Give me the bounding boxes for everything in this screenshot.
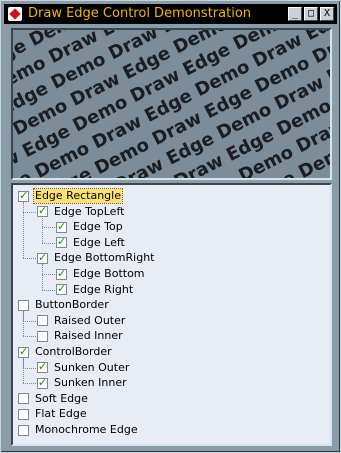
checkbox[interactable]	[37, 251, 48, 265]
tree-node[interactable]: Sunken Inner	[37, 375, 128, 391]
checkbox[interactable]	[37, 315, 48, 327]
checkbox[interactable]	[56, 282, 67, 296]
edge-preview-panel: Draw Edge Demo Draw Edge Demo Draw Edge …	[11, 28, 332, 180]
tree-node[interactable]: Edge Top	[56, 219, 124, 235]
tree-node[interactable]: ButtonBorder	[18, 297, 110, 313]
close-button[interactable]: X	[320, 7, 334, 21]
checkbox[interactable]	[18, 424, 29, 436]
tree-connector	[42, 289, 55, 291]
checkbox[interactable]	[18, 408, 29, 420]
tree-node-label[interactable]: Flat Edge	[34, 407, 88, 421]
checkbox[interactable]	[56, 235, 67, 249]
tree-connector	[23, 202, 24, 259]
tree-node-label[interactable]: ButtonBorder	[34, 298, 110, 312]
tree-node-label[interactable]: Raised Outer	[53, 314, 126, 328]
tree-node-label[interactable]: Edge Top	[72, 220, 124, 234]
checkbox[interactable]	[56, 267, 67, 281]
tree-node-label[interactable]: Edge Left	[72, 236, 126, 250]
tree-node-label[interactable]: Raised Inner	[53, 329, 124, 343]
tree-node-label[interactable]: Edge Rectangle	[33, 188, 123, 204]
checkbox[interactable]	[18, 299, 29, 311]
checkbox[interactable]	[18, 345, 29, 359]
tree-node[interactable]: Edge BottomRight	[37, 250, 156, 266]
tree-connector	[23, 358, 24, 384]
tree-connector	[42, 227, 55, 229]
tree-connector	[23, 383, 36, 385]
tree-connector	[42, 217, 43, 243]
tree-connector	[23, 311, 24, 337]
edge-options-tree[interactable]: Edge RectangleEdge TopLeftEdge Top Edge L…	[11, 183, 332, 446]
tree-node[interactable]: ControlBorder	[18, 344, 113, 360]
tree-node[interactable]: Sunken Outer	[37, 360, 130, 376]
tree-node-label[interactable]: ControlBorder	[34, 345, 113, 359]
checkbox[interactable]	[37, 330, 48, 342]
minimize-button[interactable]: _	[288, 7, 302, 21]
watermark-pattern: Draw Edge Demo Draw Edge Demo Draw Edge …	[13, 30, 330, 178]
checkbox[interactable]	[37, 204, 48, 218]
checkbox[interactable]	[18, 393, 29, 405]
tree-connector	[23, 211, 36, 213]
tree-connector	[42, 274, 55, 275]
tree-node-label[interactable]: Edge Bottom	[72, 267, 146, 281]
tree-node[interactable]: Raised Inner	[37, 328, 124, 344]
tree-node[interactable]: Edge Rectangle	[18, 188, 123, 204]
checkbox[interactable]	[37, 360, 48, 374]
tree-node[interactable]: Flat Edge	[18, 406, 88, 422]
tree-node-label[interactable]: Edge TopLeft	[53, 205, 125, 219]
window-title: Draw Edge Control Demonstration	[28, 6, 252, 21]
tree-node-label[interactable]: Sunken Outer	[53, 361, 130, 375]
tree-node-label[interactable]: Sunken Inner	[53, 376, 128, 390]
maximize-button[interactable]: □	[304, 7, 318, 21]
checkbox[interactable]	[37, 376, 48, 390]
checkbox[interactable]	[56, 220, 67, 234]
tree-connector	[23, 258, 36, 260]
checkbox[interactable]	[18, 189, 29, 203]
tree-connector	[42, 264, 43, 290]
tree-node[interactable]: Raised Outer	[37, 313, 126, 329]
title-bar[interactable]: Draw Edge Control Demonstration _ □ X	[4, 4, 337, 24]
tree-connector	[23, 320, 36, 322]
app-window: Draw Edge Control Demonstration _ □ X Dr…	[0, 0, 341, 453]
tree-connector	[42, 242, 55, 244]
tree-connector	[23, 336, 36, 338]
tree-node-label[interactable]: Edge BottomRight	[53, 251, 156, 265]
tree-node[interactable]: Edge TopLeft	[37, 204, 125, 220]
tree-node[interactable]: Soft Edge	[18, 391, 89, 407]
tree-node[interactable]: Edge Left	[56, 235, 126, 251]
tree-node-label[interactable]: Edge Right	[72, 283, 134, 297]
tree-node[interactable]: Monochrome Edge	[18, 422, 139, 438]
tree-node[interactable]: Edge Bottom	[56, 266, 146, 282]
tree-node-label[interactable]: Soft Edge	[34, 392, 89, 406]
app-icon[interactable]	[8, 7, 22, 21]
tree-node-label[interactable]: Monochrome Edge	[34, 423, 139, 437]
tree-connector	[23, 367, 36, 369]
tree-node[interactable]: Edge Right	[56, 282, 134, 298]
